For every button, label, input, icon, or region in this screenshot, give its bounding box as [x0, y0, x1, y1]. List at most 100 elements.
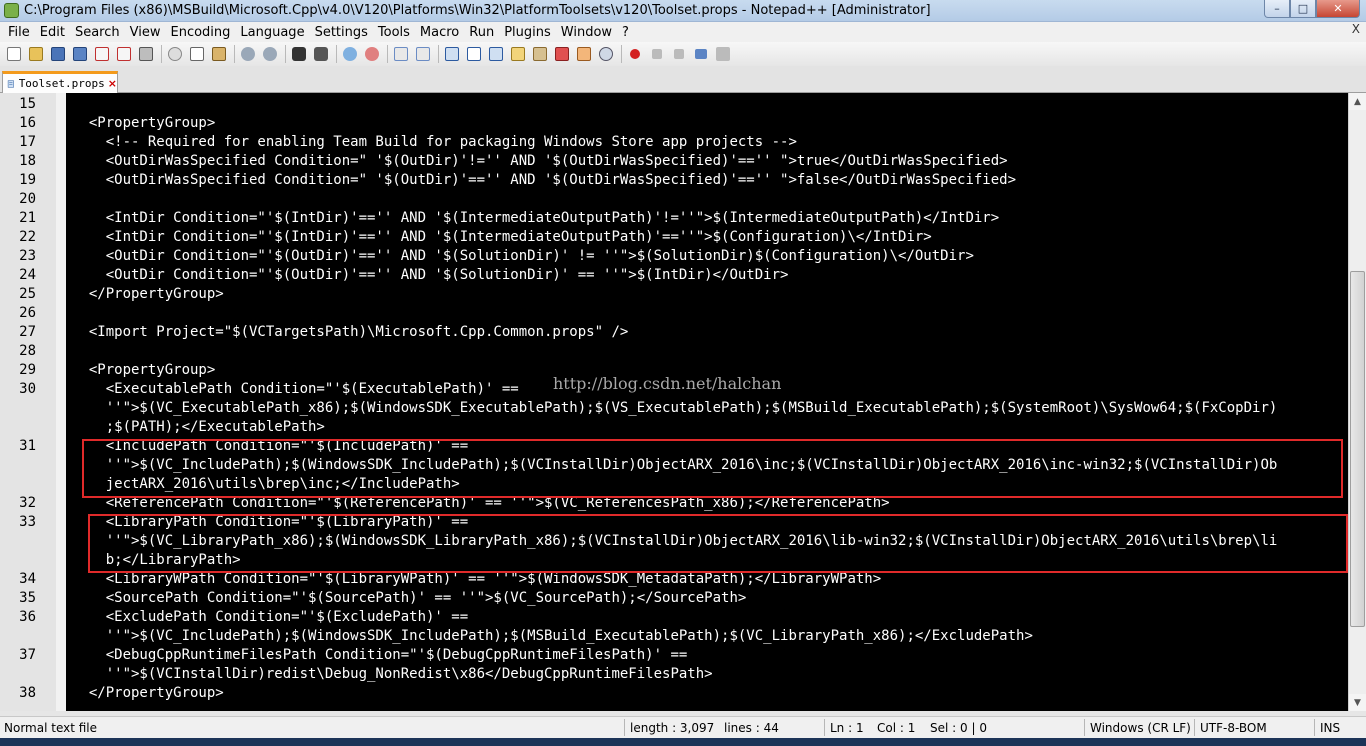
play-macro-icon[interactable] — [669, 44, 689, 64]
code-line[interactable]: 38 </PropertyGroup> — [19, 684, 1348, 703]
close-all-icon[interactable] — [114, 44, 134, 64]
tab-toolset-props[interactable]: Toolset.props × — [2, 71, 118, 93]
code-line[interactable]: 36 <ExcludePath Condition="'$(ExcludePat… — [19, 608, 1348, 627]
menu-file[interactable]: File — [3, 25, 35, 40]
sync-horizontal-icon[interactable] — [413, 44, 433, 64]
undo-icon[interactable] — [238, 44, 258, 64]
line-number: 16 — [19, 115, 36, 131]
save-all-icon[interactable] — [70, 44, 90, 64]
print-icon[interactable] — [136, 44, 156, 64]
scrollbar-thumb[interactable] — [1350, 271, 1365, 627]
code-line[interactable]: 16 <PropertyGroup> — [19, 114, 1348, 133]
user-language-icon[interactable] — [508, 44, 528, 64]
folder-as-workspace-icon[interactable] — [574, 44, 594, 64]
code-line[interactable]: 19 <OutDirWasSpecified Condition=" '$(Ou… — [19, 171, 1348, 190]
code-line[interactable]: 33 <LibraryPath Condition="'$(LibraryPat… — [19, 513, 1348, 532]
menu-macro[interactable]: Macro — [415, 25, 464, 40]
menu-tools[interactable]: Tools — [373, 25, 415, 40]
line-number: 22 — [19, 229, 36, 245]
code-line[interactable]: 35 <SourcePath Condition="'$(SourcePath)… — [19, 589, 1348, 608]
word-wrap-icon[interactable] — [442, 44, 462, 64]
status-sel: Sel : 0 | 0 — [930, 721, 987, 735]
code-text: ''">$(VC_LibraryPath_x86);$(WindowsSDK_L… — [72, 533, 1278, 549]
code-line[interactable]: 24 <OutDir Condition="'$(OutDir)'=='' AN… — [19, 266, 1348, 285]
open-file-icon[interactable] — [26, 44, 46, 64]
save-icon[interactable] — [48, 44, 68, 64]
menu-edit[interactable]: Edit — [35, 25, 70, 40]
code-text: <OutDirWasSpecified Condition=" '$(OutDi… — [72, 153, 1008, 169]
close-document-button[interactable]: X — [1352, 22, 1360, 36]
cut-icon[interactable] — [165, 44, 185, 64]
code-line[interactable]: 17 <!-- Required for enabling Team Build… — [19, 133, 1348, 152]
code-line[interactable]: 27 <Import Project="$(VCTargetsPath)\Mic… — [19, 323, 1348, 342]
play-multiple-icon[interactable] — [691, 44, 711, 64]
save-macro-icon[interactable] — [713, 44, 733, 64]
document-map-icon[interactable] — [530, 44, 550, 64]
scroll-down-icon[interactable]: ▼ — [1349, 694, 1366, 711]
code-line[interactable]: 31 <IncludePath Condition="'$(IncludePat… — [19, 437, 1348, 456]
stop-record-icon[interactable] — [647, 44, 667, 64]
code-line[interactable]: 20 — [19, 190, 1348, 209]
code-line[interactable]: 26 — [19, 304, 1348, 323]
line-number: 34 — [19, 571, 36, 587]
minimize-button[interactable]: – — [1264, 0, 1290, 18]
paste-icon[interactable] — [209, 44, 229, 64]
replace-icon[interactable] — [311, 44, 331, 64]
zoom-in-icon[interactable] — [340, 44, 360, 64]
show-all-chars-icon[interactable] — [464, 44, 484, 64]
code-line[interactable]: ''">$(VCInstallDir)redist\Debug_NonRedis… — [66, 665, 1348, 684]
record-macro-icon[interactable] — [625, 44, 645, 64]
function-list-icon[interactable] — [552, 44, 572, 64]
line-number: 37 — [19, 647, 36, 663]
code-line[interactable]: b;</LibraryPath> — [66, 551, 1348, 570]
code-line[interactable]: 34 <LibraryWPath Condition="'$(LibraryWP… — [19, 570, 1348, 589]
code-line[interactable]: ''">$(VC_LibraryPath_x86);$(WindowsSDK_L… — [66, 532, 1348, 551]
code-line[interactable]: ''">$(VC_IncludePath);$(WindowsSDK_Inclu… — [66, 456, 1348, 475]
line-number: 35 — [19, 590, 36, 606]
redo-icon[interactable] — [260, 44, 280, 64]
code-text: <!-- Required for enabling Team Build fo… — [72, 134, 797, 150]
code-line[interactable]: ''">$(VC_ExecutablePath_x86);$(WindowsSD… — [66, 399, 1348, 418]
menu-settings[interactable]: Settings — [310, 25, 373, 40]
menu-run[interactable]: Run — [464, 25, 499, 40]
code-line[interactable]: 15 — [19, 95, 1348, 114]
close-icon[interactable] — [92, 44, 112, 64]
document-icon — [7, 79, 14, 88]
menu-window[interactable]: Window — [556, 25, 617, 40]
sync-vertical-icon[interactable] — [391, 44, 411, 64]
menu-search[interactable]: Search — [70, 25, 125, 40]
vertical-scrollbar[interactable]: ▲ ▼ — [1348, 93, 1366, 711]
code-line[interactable]: 21 <IntDir Condition="'$(IntDir)'=='' AN… — [19, 209, 1348, 228]
find-icon[interactable] — [289, 44, 309, 64]
code-line[interactable]: 25 </PropertyGroup> — [19, 285, 1348, 304]
code-line[interactable]: 18 <OutDirWasSpecified Condition=" '$(Ou… — [19, 152, 1348, 171]
code-line[interactable]: ;$(PATH);</ExecutablePath> — [66, 418, 1348, 437]
zoom-out-icon[interactable] — [362, 44, 382, 64]
code-line[interactable]: ''">$(VC_IncludePath);$(WindowsSDK_Inclu… — [66, 627, 1348, 646]
menu-language[interactable]: Language — [235, 25, 309, 40]
editor[interactable]: 15 16 <PropertyGroup> 17 <!-- Required for… — [0, 93, 1348, 711]
code-line[interactable]: 28 — [19, 342, 1348, 361]
close-tab-icon[interactable]: × — [108, 78, 117, 89]
menu-bar: File Edit Search View Encoding Language … — [0, 22, 1366, 42]
line-number: 31 — [19, 438, 36, 454]
monitoring-icon[interactable] — [596, 44, 616, 64]
scroll-up-icon[interactable]: ▲ — [1349, 93, 1366, 110]
code-text: ;$(PATH);</ExecutablePath> — [72, 419, 325, 435]
code-line[interactable]: 23 <OutDir Condition="'$(OutDir)'=='' AN… — [19, 247, 1348, 266]
code-line[interactable]: 32 <ReferencePath Condition="'$(Referenc… — [19, 494, 1348, 513]
copy-icon[interactable] — [187, 44, 207, 64]
menu-plugins[interactable]: Plugins — [499, 25, 556, 40]
indent-guide-icon[interactable] — [486, 44, 506, 64]
menu-help[interactable]: ? — [617, 25, 634, 40]
menu-view[interactable]: View — [125, 25, 166, 40]
code-line[interactable]: 22 <IntDir Condition="'$(IntDir)'=='' AN… — [19, 228, 1348, 247]
menu-encoding[interactable]: Encoding — [165, 25, 235, 40]
close-window-button[interactable]: ✕ — [1316, 0, 1360, 18]
maximize-button[interactable]: □ — [1290, 0, 1316, 18]
new-file-icon[interactable] — [4, 44, 24, 64]
code-line[interactable]: jectARX_2016\utils\brep\inc;</IncludePat… — [66, 475, 1348, 494]
code-text: <IncludePath Condition="'$(IncludePath)'… — [72, 438, 469, 454]
code-area[interactable]: 15 16 <PropertyGroup> 17 <!-- Required for… — [19, 95, 1348, 703]
code-line[interactable]: 37 <DebugCppRuntimeFilesPath Condition="… — [19, 646, 1348, 665]
